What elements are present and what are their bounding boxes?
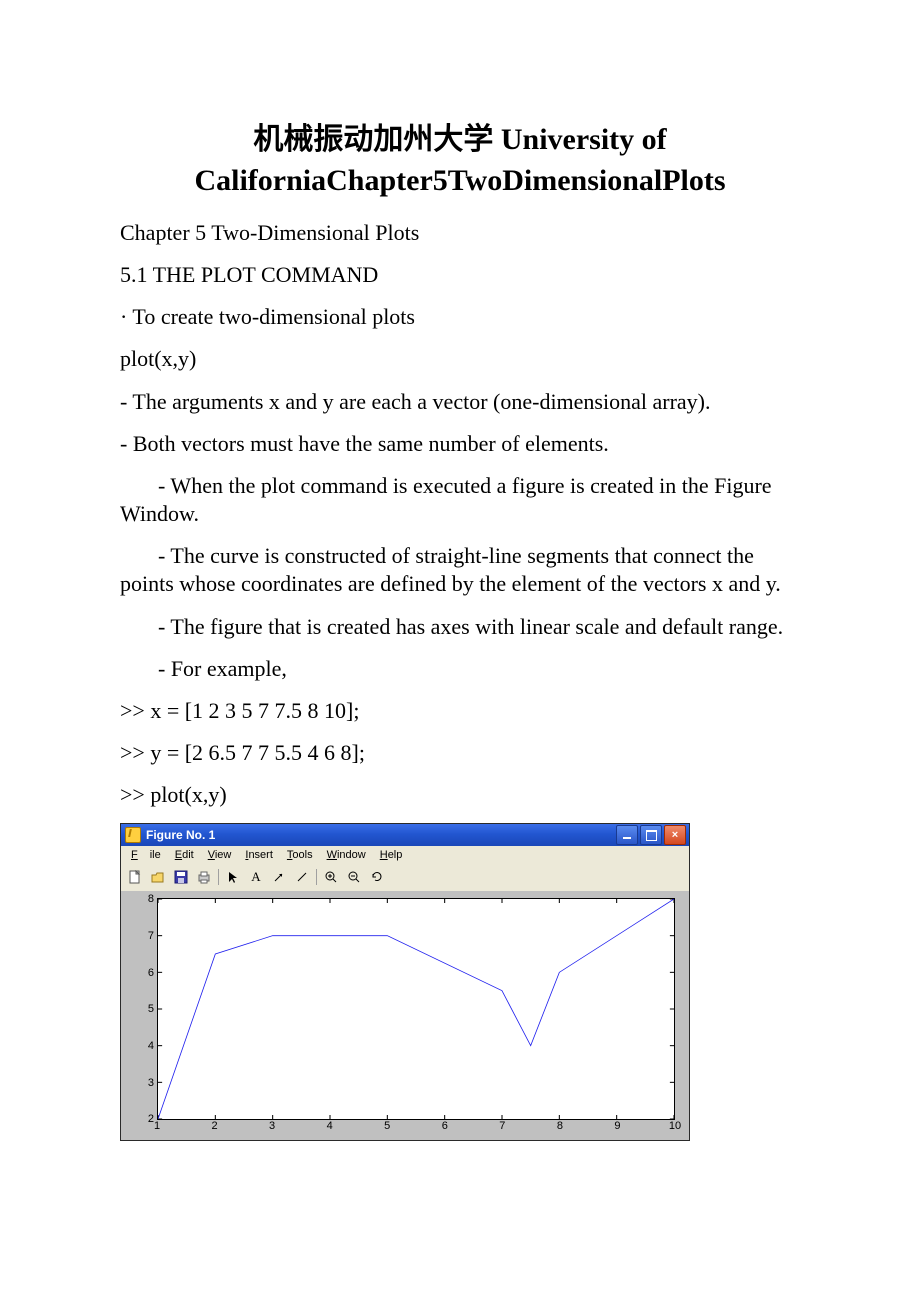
close-button[interactable]: × [664, 825, 686, 845]
plot-area: 2345678 12345678910 [121, 892, 689, 1140]
new-figure-icon[interactable] [125, 867, 145, 887]
x-tick-label: 6 [442, 1120, 448, 1132]
y-tick-label: 3 [148, 1077, 154, 1089]
maximize-button[interactable] [640, 825, 662, 845]
x-tick-label: 4 [327, 1120, 333, 1132]
open-icon[interactable] [148, 867, 168, 887]
x-tick-label: 8 [557, 1120, 563, 1132]
menubar: File Edit View Insert Tools Window Help [121, 846, 689, 865]
x-tick-label: 2 [211, 1120, 217, 1132]
body-line: >> x = [1 2 3 5 7 7.5 8 10]; [120, 697, 800, 725]
print-icon[interactable] [194, 867, 214, 887]
x-tick-label: 5 [384, 1120, 390, 1132]
text-icon[interactable]: A [246, 867, 266, 887]
y-tick-label: 6 [148, 967, 154, 979]
x-tick-label: 9 [614, 1120, 620, 1132]
menu-view[interactable]: View [202, 848, 238, 862]
zoom-in-icon[interactable] [321, 867, 341, 887]
body-line: - The curve is constructed of straight-l… [120, 542, 800, 598]
body-line: - For example, [120, 655, 800, 683]
zoom-out-icon[interactable] [344, 867, 364, 887]
body-line: - When the plot command is executed a fi… [120, 472, 800, 528]
pointer-icon[interactable] [223, 867, 243, 887]
line-icon[interactable] [292, 867, 312, 887]
axes: 2345678 [157, 898, 675, 1120]
plot-canvas [158, 899, 674, 1119]
arrow-icon[interactable] [269, 867, 289, 887]
page-title: 机械振动加州大学 University of CaliforniaChapter… [120, 120, 800, 201]
x-tick-label: 1 [154, 1120, 160, 1132]
body-line: 5.1 THE PLOT COMMAND [120, 261, 800, 289]
menu-insert[interactable]: Insert [239, 848, 279, 862]
body-line: >> plot(x,y) [120, 781, 800, 809]
y-tick-label: 8 [148, 893, 154, 905]
body-line: - Both vectors must have the same number… [120, 430, 800, 458]
x-tick-label: 10 [669, 1120, 681, 1132]
save-icon[interactable] [171, 867, 191, 887]
matlab-figure-icon [125, 827, 141, 843]
toolbar-separator [218, 869, 219, 885]
body-line: plot(x,y) [120, 345, 800, 373]
body-line: - The figure that is created has axes wi… [120, 613, 800, 641]
x-tick-label: 7 [499, 1120, 505, 1132]
minimize-button[interactable] [616, 825, 638, 845]
body-line: · To create two-dimensional plots [120, 303, 800, 331]
rotate-icon[interactable] [367, 867, 387, 887]
titlebar: Figure No. 1 × [121, 824, 689, 846]
body-line: Chapter 5 Two-Dimensional Plots [120, 219, 800, 247]
body-line: >> y = [2 6.5 7 7 5.5 4 6 8]; [120, 739, 800, 767]
y-tick-label: 7 [148, 930, 154, 942]
menu-file[interactable]: File [125, 848, 167, 862]
menu-window[interactable]: Window [321, 848, 372, 862]
y-tick-label: 4 [148, 1040, 154, 1052]
menu-tools[interactable]: Tools [281, 848, 319, 862]
menu-edit[interactable]: Edit [169, 848, 200, 862]
y-tick-label: 5 [148, 1003, 154, 1015]
window-title: Figure No. 1 [146, 828, 616, 842]
figure-window: Figure No. 1 × File Edit View Insert Too… [120, 823, 800, 1141]
toolbar: A [121, 865, 689, 892]
body-line: - The arguments x and y are each a vecto… [120, 388, 800, 416]
toolbar-separator [316, 869, 317, 885]
x-tick-label: 3 [269, 1120, 275, 1132]
menu-help[interactable]: Help [374, 848, 409, 862]
